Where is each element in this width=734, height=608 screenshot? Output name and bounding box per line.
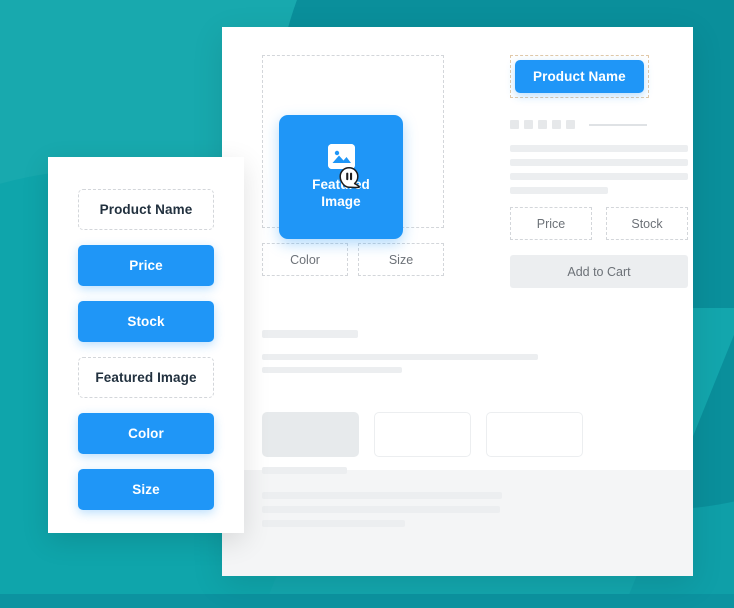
footer-skeleton bbox=[262, 467, 671, 527]
price-label: Price bbox=[536, 216, 566, 231]
product-name-pill[interactable]: Product Name bbox=[515, 60, 644, 93]
content-skeleton bbox=[262, 330, 671, 373]
skeleton-line bbox=[262, 467, 347, 474]
skeleton-line bbox=[510, 145, 688, 152]
sidebar-field-label: Size bbox=[132, 482, 160, 497]
rating-placeholder-row bbox=[510, 120, 688, 129]
sidebar-field-size[interactable]: Size bbox=[78, 469, 214, 510]
skeleton-line bbox=[262, 354, 538, 360]
attribute-chip-size-label: Size bbox=[388, 252, 414, 267]
sidebar-field-label: Product Name bbox=[99, 202, 193, 217]
attribute-chip-size[interactable]: Size bbox=[358, 243, 444, 276]
featured-label-line-2: Image bbox=[321, 194, 361, 209]
skeleton-line bbox=[262, 506, 500, 513]
rating-square bbox=[524, 120, 533, 129]
sidebar-field-featured-image[interactable]: Featured Image bbox=[78, 357, 214, 398]
featured-image-dropzone[interactable]: Featured Image bbox=[262, 55, 444, 239]
rating-square bbox=[552, 120, 561, 129]
attribute-chip-color[interactable]: Color bbox=[262, 243, 348, 276]
stock-label: Stock bbox=[631, 216, 663, 231]
sidebar-field-label: Featured Image bbox=[95, 370, 197, 385]
field-sidebar-panel: Product Name Price Stock Featured Image … bbox=[48, 157, 244, 533]
price-stock-row: Price Stock bbox=[510, 207, 688, 240]
product-name-dropzone[interactable]: Product Name bbox=[510, 55, 649, 98]
sidebar-field-color[interactable]: Color bbox=[78, 413, 214, 454]
sidebar-field-label: Color bbox=[128, 426, 164, 441]
background-bottom-strip bbox=[0, 594, 734, 608]
skeleton-line bbox=[262, 367, 402, 373]
sidebar-field-label: Stock bbox=[127, 314, 165, 329]
sidebar-field-price[interactable]: Price bbox=[78, 245, 214, 286]
media-column: Featured Image Color Size bbox=[262, 55, 444, 276]
sidebar-field-product-name[interactable]: Product Name bbox=[78, 189, 214, 230]
strip-card[interactable] bbox=[486, 412, 583, 457]
description-skeleton-lines bbox=[510, 145, 688, 194]
skeleton-line bbox=[510, 173, 688, 180]
attribute-chip-row: Color Size bbox=[262, 243, 444, 276]
sidebar-field-label: Price bbox=[129, 258, 163, 273]
rating-divider-line bbox=[589, 123, 647, 126]
skeleton-line bbox=[262, 330, 358, 338]
skeleton-line bbox=[510, 187, 608, 194]
stock-dropzone[interactable]: Stock bbox=[606, 207, 688, 240]
rating-square bbox=[510, 120, 519, 129]
skeleton-line bbox=[262, 492, 502, 499]
rating-square bbox=[566, 120, 575, 129]
skeleton-line bbox=[510, 159, 688, 166]
price-dropzone[interactable]: Price bbox=[510, 207, 592, 240]
attribute-chip-color-label: Color bbox=[290, 252, 320, 267]
sidebar-field-stock[interactable]: Stock bbox=[78, 301, 214, 342]
rating-square bbox=[538, 120, 547, 129]
card-strip bbox=[262, 412, 683, 457]
add-to-cart-button[interactable]: Add to Cart bbox=[510, 255, 688, 288]
skeleton-line bbox=[262, 520, 405, 527]
builder-columns: Featured Image Color Size Product Name P… bbox=[262, 55, 688, 320]
strip-card[interactable] bbox=[374, 412, 471, 457]
summary-column: Product Name Price Stock Add to Cart bbox=[510, 55, 688, 288]
drag-grab-cursor-icon bbox=[337, 166, 362, 190]
app-canvas: Featured Image Color Size Product Name P… bbox=[0, 0, 734, 608]
product-preview-panel: Featured Image Color Size Product Name P… bbox=[222, 27, 693, 576]
strip-card[interactable] bbox=[262, 412, 359, 457]
